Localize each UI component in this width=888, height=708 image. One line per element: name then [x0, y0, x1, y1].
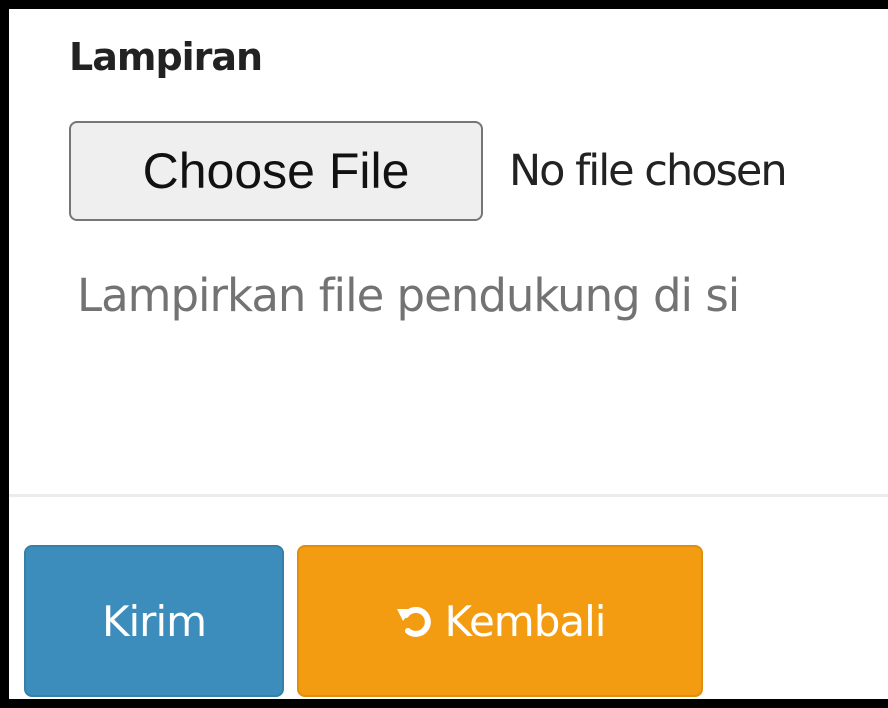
file-status-text: No file chosen: [509, 146, 788, 196]
attachment-label: Lampiran: [69, 35, 263, 79]
undo-icon: [395, 601, 435, 641]
divider: [9, 494, 888, 497]
choose-file-button[interactable]: Choose File: [69, 121, 483, 221]
back-button[interactable]: Kembali: [297, 545, 703, 697]
submit-button-label: Kirim: [101, 596, 207, 646]
submit-button[interactable]: Kirim: [24, 545, 284, 697]
file-input[interactable]: Choose File No file chosen: [69, 121, 788, 221]
back-button-label: Kembali: [444, 596, 607, 646]
help-text: Lampirkan file pendukung di si: [77, 269, 740, 322]
form-panel: Lampiran Choose File No file chosen Lamp…: [9, 9, 888, 699]
